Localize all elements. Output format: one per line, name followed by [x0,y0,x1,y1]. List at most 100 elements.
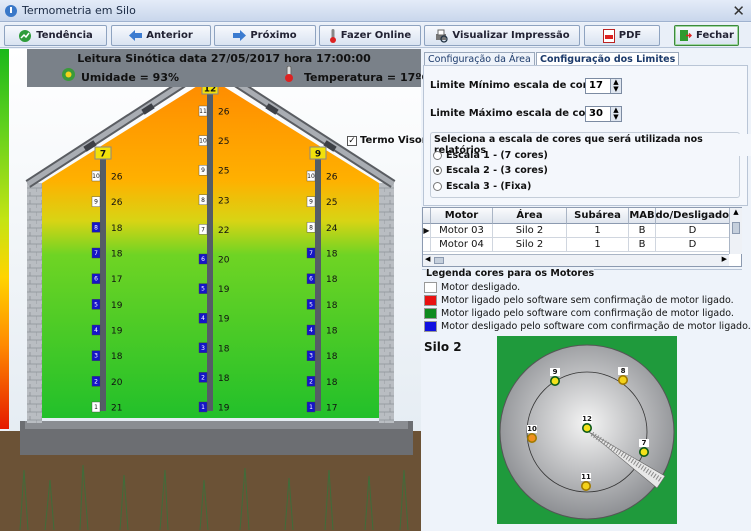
column-header-subarea[interactable]: Subárea [567,208,629,224]
sensor-temperature: 26 [218,108,230,118]
sensor-number: 9 [201,167,205,174]
spinner-arrows-icon[interactable]: ▲ ▼ [610,79,621,93]
sensor-temperature: 19 [218,315,230,325]
termo-visor-label: Termo Visor [360,135,427,146]
column-header-motor[interactable]: Motor [431,208,493,224]
radio-button[interactable] [433,166,442,175]
scroll-thumb[interactable] [732,222,740,234]
table-cell[interactable]: D [656,238,730,252]
legend-swatch [424,282,437,293]
silo-cross-section: 710 269 268 187 186 175 194 193 182 201 211211 2610… [0,49,421,531]
table-cell[interactable]: B [629,238,656,252]
sensor-number: 2 [201,374,205,381]
column-header-mab[interactable]: MAB [629,208,656,224]
legend-text: Motor ligado pelo software sem confirmaç… [441,295,734,306]
proximo-button[interactable]: Próximo [214,25,316,46]
pdf-button[interactable]: PDF [584,25,660,46]
scroll-right-icon[interactable]: ▶ [722,255,727,263]
termo-visor-checkbox[interactable]: ✓ Termo Visor [347,135,427,146]
title-bar: Termometria em Silo ✕ [0,0,751,22]
map-cable-label: 12 [582,415,592,423]
sensor-number: 8 [309,224,313,231]
table-cell[interactable]: Motor 04 [431,238,493,252]
fechar-button[interactable]: Fechar [674,25,739,46]
sensor-number: 4 [94,327,98,334]
legend-text: Motor ligado pelo software com confirmaç… [441,308,734,319]
sensor-number: 2 [94,378,98,385]
table-cell[interactable]: B [629,224,656,238]
column-header-area[interactable]: Área [493,208,567,224]
scroll-thumb[interactable] [434,257,444,264]
sensor-number: 10 [307,173,315,180]
sensor-number: 6 [94,276,98,283]
table-cell[interactable]: Silo 2 [493,238,567,252]
map-cable-label: 11 [581,473,591,481]
scroll-up-icon[interactable]: ▲ [730,208,742,216]
anterior-button[interactable]: Anterior [111,25,211,46]
toolbar: Tendência Anterior Próximo Fazer Online … [0,23,751,48]
min-limit-label: Limite Mínimo escala de cor: [430,80,592,91]
visualizar-impressao-button[interactable]: Visualizar Impressão [424,25,580,46]
map-cable-dot[interactable] [581,481,592,492]
radio-escala-2[interactable]: Escala 2 - (3 cores) [433,165,548,176]
sensor-temperature: 24 [326,224,338,234]
grid-horizontal-scrollbar[interactable]: ◀ ▶ [423,254,729,266]
radio-escala-3[interactable]: Escala 3 - (Fixa) [433,181,531,192]
sensor-temperature: 17 [111,275,122,285]
sensor-number: 8 [201,197,205,204]
silo-left-wall [27,183,42,423]
table-cell[interactable]: 1 [567,224,629,238]
close-icon[interactable]: ✕ [732,2,745,20]
cable-rod [207,85,213,411]
table-cell[interactable]: Motor 03 [431,224,493,238]
radio-button[interactable] [433,182,442,191]
sensor-temperature: 25 [326,198,337,208]
fazer-online-button[interactable]: Fazer Online [319,25,421,46]
sensor-number: 1 [201,404,205,411]
legend-item: Motor ligado pelo software sem confirmaç… [424,295,734,306]
checkbox-box[interactable]: ✓ [347,135,357,146]
max-limit-spinner[interactable]: 30 ▲ ▼ [585,106,622,122]
trend-icon [19,29,32,42]
map-cable-dot[interactable] [618,374,629,385]
legend-swatch [424,308,437,319]
min-limit-spinner[interactable]: 17 ▲ ▼ [585,78,622,94]
arrow-left-icon [129,30,143,41]
spinner-arrows-icon[interactable]: ▲ ▼ [610,107,621,121]
table-cell[interactable]: 1 [567,238,629,252]
sensor-temperature: 18 [326,327,338,337]
row-indicator [423,238,431,252]
tendencia-button[interactable]: Tendência [4,25,107,46]
map-cable-dot[interactable] [639,447,650,458]
tab-configuracao-area[interactable]: Configuração da Área [424,52,535,66]
cable-id: 7 [100,150,106,160]
radio-escala-1[interactable]: Escala 1 - (7 cores) [433,150,548,161]
sensor-temperature: 18 [326,250,338,260]
row-header-corner [423,208,431,224]
sensor-number: 6 [309,276,313,283]
legend-item: Motor ligado pelo software com confirmaç… [424,308,734,319]
map-cable-dot[interactable] [582,423,593,434]
map-cable-dot[interactable] [549,375,560,386]
scroll-left-icon[interactable]: ◀ [425,255,430,263]
radio-button[interactable] [433,151,442,160]
sensor-number: 7 [309,250,313,257]
sensor-temperature: 26 [111,173,123,183]
table-cell[interactable]: Silo 2 [493,224,567,238]
grid-vertical-scrollbar[interactable]: ▲ [729,208,742,254]
map-cable-dot[interactable] [526,433,537,444]
sensor-temperature: 22 [218,226,229,236]
temperature-value: Temperatura = 17ºC [304,71,430,84]
table-cell[interactable]: D [656,224,730,238]
sensor-number: 7 [201,226,205,233]
sensor-number: 5 [309,301,313,308]
arrow-right-icon [233,30,247,41]
humidity-value: Umidade = 93% [81,71,180,84]
legend-item: Motor desligado pelo software com confir… [424,321,751,332]
sensor-temperature: 17 [326,404,337,414]
sensor-temperature: 18 [111,224,123,234]
thermometer-icon [329,28,336,43]
tab-configuracao-limites[interactable]: Configuração dos Limites [536,52,680,66]
sensor-temperature: 19 [111,301,123,311]
column-header-ligado[interactable]: Ligado/Desligado [656,208,730,224]
